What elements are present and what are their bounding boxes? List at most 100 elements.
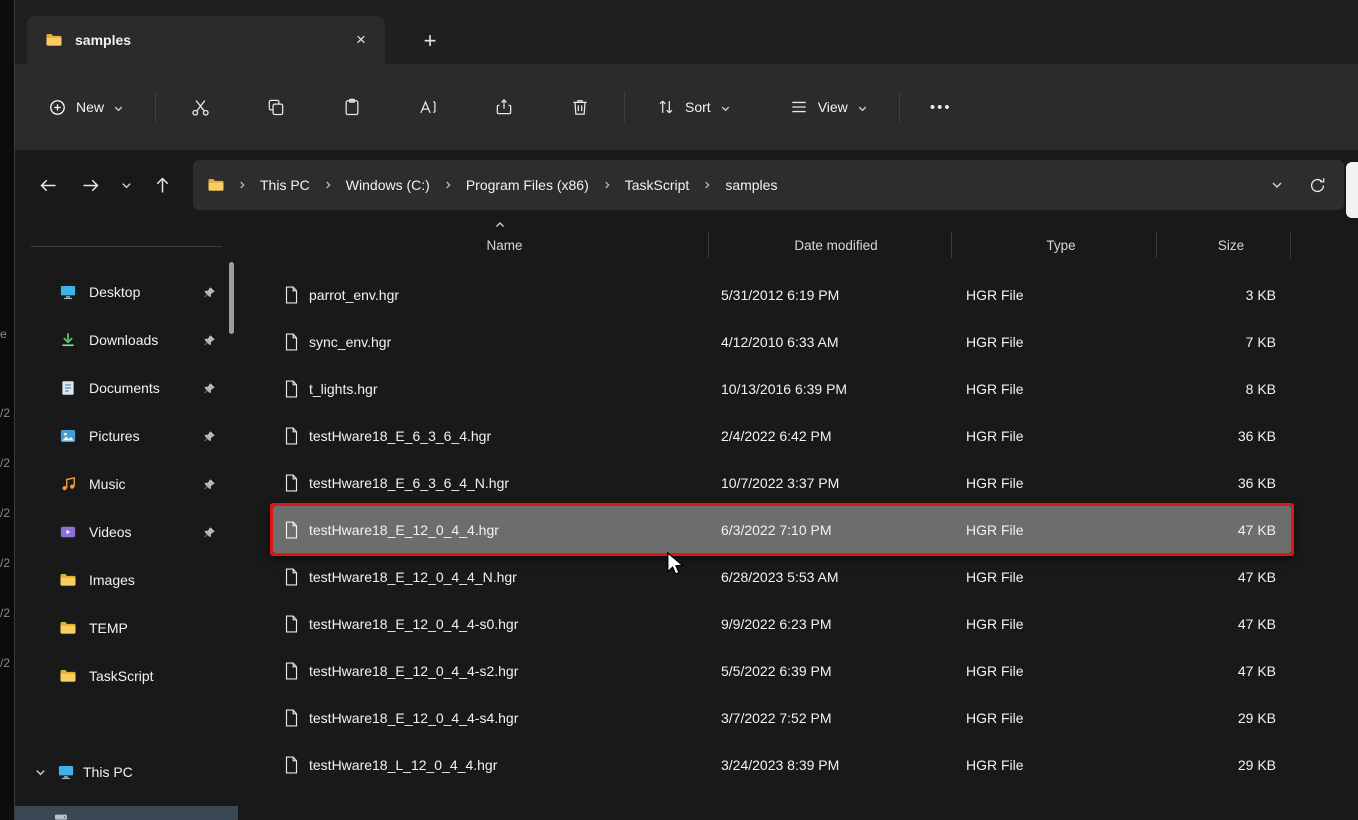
file-row[interactable]: sync_env.hgr 4/12/2010 6:33 AM HGR File … [273, 318, 1291, 365]
content-area: This PC Windows (C:) Program Files (x86)… [15, 150, 1358, 820]
sidebar-divider [31, 246, 222, 247]
address-dropdown-button[interactable] [1258, 166, 1296, 204]
sidebar-item-music[interactable]: Music [21, 462, 232, 506]
file-type: HGR File [966, 662, 1024, 679]
file-date: 5/5/2022 6:39 PM [721, 662, 832, 679]
background-text-fragment: /2 [0, 456, 11, 470]
background-text-fragment: /2 [0, 406, 11, 420]
file-date: 2/4/2022 6:42 PM [721, 427, 832, 444]
new-tab-button[interactable]: + [413, 24, 447, 58]
column-divider[interactable] [951, 232, 952, 258]
sidebar-item-downloads[interactable]: Downloads [21, 318, 232, 362]
background-text-fragment: /2 [0, 506, 11, 520]
file-icon [273, 426, 309, 446]
refresh-icon [1308, 176, 1327, 195]
sort-button[interactable]: Sort [643, 88, 744, 126]
breadcrumb-item-this-pc[interactable]: This PC [251, 171, 319, 199]
sidebar-item-taskscript[interactable]: TaskScript [21, 654, 232, 698]
file-row[interactable]: parrot_env.hgr 5/31/2012 6:19 PM HGR Fil… [273, 271, 1291, 318]
sidebar-item-documents[interactable]: Documents [21, 366, 232, 410]
file-type: HGR File [966, 474, 1024, 491]
rename-button[interactable] [402, 85, 454, 129]
breadcrumb-item-taskscript[interactable]: TaskScript [616, 171, 699, 199]
file-icon [273, 379, 309, 399]
breadcrumb-item-windows-c[interactable]: Windows (C:) [337, 171, 439, 199]
tree-item-partial[interactable] [15, 806, 238, 820]
file-type: HGR File [966, 333, 1024, 350]
sidebar-item-this-pc[interactable]: This PC [21, 750, 232, 794]
column-header-type[interactable]: Type [951, 238, 1156, 253]
sidebar-item-pictures[interactable]: Pictures [21, 414, 232, 458]
column-divider[interactable] [708, 232, 709, 258]
navigation-row: This PC Windows (C:) Program Files (x86)… [15, 158, 1358, 218]
breadcrumb-chevron-icon [600, 180, 614, 190]
breadcrumb-item-samples[interactable]: samples [716, 171, 786, 199]
sidebar-item-desktop[interactable]: Desktop [21, 270, 232, 314]
file-date: 6/28/2023 5:53 AM [721, 568, 839, 585]
address-bar[interactable]: This PC Windows (C:) Program Files (x86)… [193, 160, 1344, 210]
tab-close-button[interactable]: × [347, 26, 375, 54]
file-row[interactable]: testHware18_E_12_0_4_4-s2.hgr 5/5/2022 6… [273, 647, 1291, 694]
tab-title: samples [75, 32, 132, 48]
file-row[interactable]: testHware18_E_12_0_4_4-s4.hgr 3/7/2022 7… [273, 694, 1291, 741]
sidebar-item-videos[interactable]: Videos [21, 510, 232, 554]
refresh-button[interactable] [1298, 166, 1336, 204]
column-divider[interactable] [1156, 232, 1157, 258]
file-icon [273, 520, 309, 540]
paste-button[interactable] [326, 85, 378, 129]
breadcrumb-item-program-files-x86[interactable]: Program Files (x86) [457, 171, 598, 199]
file-row[interactable]: t_lights.hgr 10/13/2016 6:39 PM HGR File… [273, 365, 1291, 412]
music-icon [59, 475, 77, 493]
sidebar-scrollbar-thumb[interactable] [229, 262, 234, 334]
sidebar-item-temp[interactable]: TEMP [21, 606, 232, 650]
documents-icon [59, 379, 77, 397]
file-row[interactable]: testHware18_L_12_0_4_4.hgr 3/24/2023 8:3… [273, 741, 1291, 788]
sidebar-item-images[interactable]: Images [21, 558, 232, 602]
file-row[interactable]: testHware18_E_6_3_6_4_N.hgr 10/7/2022 3:… [273, 459, 1291, 506]
up-button[interactable] [141, 164, 183, 206]
file-name: sync_env.hgr [309, 333, 392, 350]
chevron-down-icon [1270, 178, 1284, 192]
tab-bar: samples × + [15, 0, 1358, 64]
tab-samples[interactable]: samples × [27, 16, 385, 64]
share-button[interactable] [478, 85, 530, 129]
chevron-down-icon [857, 103, 868, 114]
column-header-date-modified[interactable]: Date modified [708, 238, 951, 253]
toolbar-separator [898, 92, 900, 122]
file-size: 7 KB [1245, 333, 1276, 350]
more-options-button[interactable]: ••• [918, 85, 964, 129]
file-size: 3 KB [1245, 286, 1276, 303]
share-icon [494, 97, 514, 117]
file-icon [273, 473, 309, 493]
file-name: parrot_env.hgr [309, 286, 400, 303]
file-size: 47 KB [1237, 615, 1276, 632]
paste-icon [342, 97, 362, 117]
this-pc-icon [57, 763, 75, 781]
copy-button[interactable] [250, 85, 302, 129]
column-header-name[interactable]: Name [273, 238, 708, 253]
file-date: 6/3/2022 7:10 PM [721, 521, 832, 538]
rename-icon [418, 97, 438, 117]
view-button[interactable]: View [776, 88, 881, 126]
column-header-size[interactable]: Size [1156, 238, 1291, 253]
chevron-down-icon [720, 103, 731, 114]
file-row[interactable]: testHware18_E_6_3_6_4.hgr 2/4/2022 6:42 … [273, 412, 1291, 459]
file-row-selected[interactable]: testHware18_E_12_0_4_4.hgr 6/3/2022 7:10… [270, 503, 1294, 556]
file-size: 47 KB [1237, 521, 1276, 538]
back-button[interactable] [27, 164, 69, 206]
navigation-pane: Desktop Downloads Documents Pictures Mus… [15, 212, 238, 820]
cut-button[interactable] [174, 85, 226, 129]
close-icon: × [356, 30, 366, 49]
new-button[interactable]: New [35, 89, 137, 126]
column-divider[interactable] [1290, 232, 1291, 258]
file-row[interactable]: testHware18_E_12_0_4_4_N.hgr 6/28/2023 5… [273, 553, 1291, 600]
file-row[interactable]: testHware18_E_12_0_4_4-s0.hgr 9/9/2022 6… [273, 600, 1291, 647]
file-icon [273, 332, 309, 352]
file-icon [273, 614, 309, 634]
background-text-fragment: /2 [0, 556, 11, 570]
forward-button[interactable] [69, 164, 111, 206]
sort-button-label: Sort [685, 99, 711, 115]
delete-button[interactable] [554, 85, 606, 129]
recent-locations-button[interactable] [111, 164, 141, 206]
file-type: HGR File [966, 756, 1024, 773]
